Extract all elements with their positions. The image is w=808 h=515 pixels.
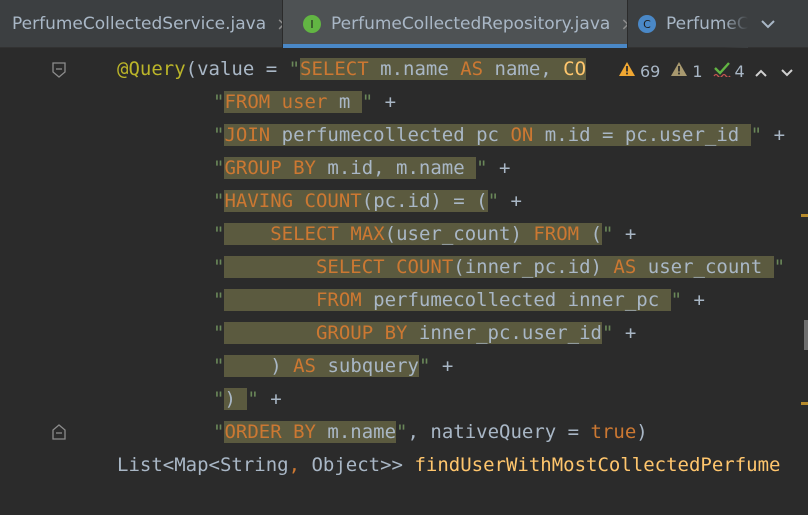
chevron-down-icon[interactable] — [781, 62, 793, 81]
code-line-1: @Query(value = "SELECT m.name AS name, C… — [117, 58, 587, 80]
inspection-widget[interactable]: 69 1 4 — [604, 56, 808, 86]
tab-perfume-collected-service[interactable]: PerfumeCollectedService.java × — [0, 0, 282, 48]
code-line-13: List<Map<String, Object>> findUserWithMo… — [117, 454, 781, 476]
tab-label: PerfumeCollectedService.java — [12, 14, 267, 34]
class-icon: C — [638, 15, 656, 33]
code-line-5: "HAVING COUNT(pc.id) = (" + — [213, 190, 522, 212]
code-line-6: " SELECT MAX(user_count) FROM (" + — [213, 223, 637, 245]
warning-icon — [618, 61, 636, 82]
typo-check-icon — [713, 61, 731, 82]
code-line-7: " SELECT COUNT(inner_pc.id) AS user_coun… — [213, 256, 786, 278]
tab-label: PerfumeCollectedRepository.java — [331, 14, 611, 34]
code-line-9: " GROUP BY inner_pc.user_id" + — [213, 322, 637, 344]
weak-warnings-counter[interactable]: 1 — [670, 61, 703, 82]
tab-perfume-c[interactable]: C PerfumeC — [628, 0, 748, 48]
tab-perfume-collected-repository[interactable]: I PerfumeCollectedRepository.java × — [283, 0, 627, 48]
code-line-11: ") " + — [213, 388, 282, 410]
code-editor[interactable]: @Query(value = "SELECT m.name AS name, C… — [0, 48, 800, 515]
weak-warning-icon — [670, 61, 688, 82]
scrollbar-thumb[interactable] — [804, 320, 808, 350]
warnings-counter[interactable]: 69 — [618, 61, 660, 82]
editor-tab-bar: PerfumeCollectedService.java × I Perfume… — [0, 0, 808, 48]
tab-fade — [724, 0, 748, 48]
code-line-8: " FROM perfumecollected inner_pc " + — [213, 289, 705, 311]
interface-icon: I — [303, 15, 321, 33]
chevron-up-icon[interactable] — [755, 62, 767, 81]
code-line-4: "GROUP BY m.id, m.name " + — [213, 157, 511, 179]
close-icon[interactable]: × — [620, 14, 627, 35]
chevron-down-icon[interactable] — [756, 12, 780, 36]
code-line-2: "FROM user m " + — [213, 91, 397, 113]
code-line-10: " ) AS subquery" + — [213, 355, 454, 377]
warning-stripe-mark[interactable] — [801, 402, 808, 405]
typos-counter[interactable]: 4 — [713, 61, 745, 82]
code-line-3: "JOIN perfumecollected pc ON m.id = pc.u… — [213, 124, 786, 146]
code-line-12: "ORDER BY m.name", nativeQuery = true) — [213, 421, 648, 443]
warning-stripe-mark[interactable] — [801, 214, 808, 217]
